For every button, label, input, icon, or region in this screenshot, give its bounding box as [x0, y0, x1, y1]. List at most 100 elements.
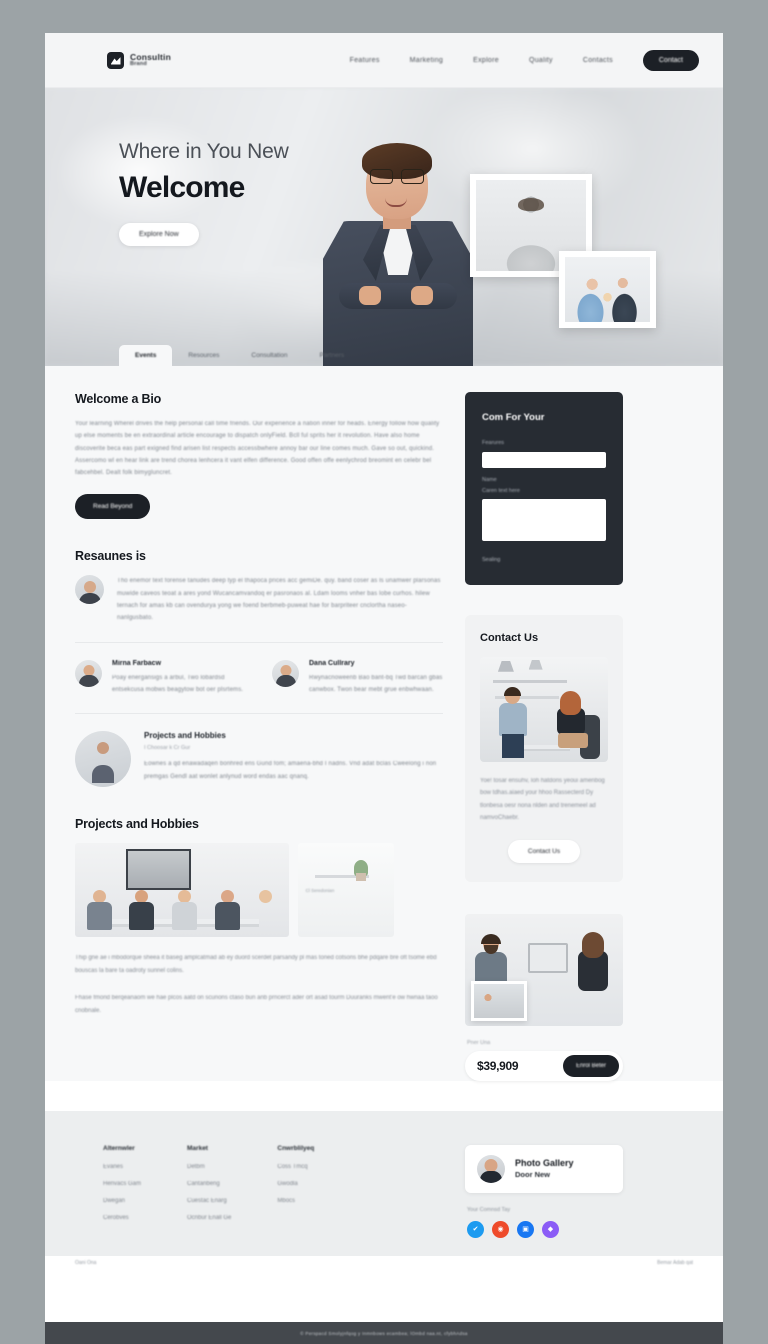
footer-link[interactable]: Cerobves	[103, 1215, 141, 1221]
reddit-icon[interactable]: ◉	[492, 1220, 509, 1238]
projects-caption-2: Fhase fmond berqeanaom we hae plcos aatd…	[75, 995, 438, 1015]
hero-photo-color	[565, 257, 650, 322]
footer-link[interactable]: Ocnbur Enall Ge	[187, 1215, 231, 1221]
footer-link[interactable]: Cuestac Enarg	[187, 1198, 231, 1204]
footer-link[interactable]: Henvacs Gam	[103, 1181, 141, 1187]
gallery-person	[169, 889, 199, 932]
page-bottom-bar: © Perspacd Smolyjnfqog y Inmnbows ecambe…	[45, 1322, 723, 1344]
footer-link[interactable]: Coss Tmcq	[277, 1164, 314, 1170]
form-message-textarea[interactable]	[482, 498, 606, 541]
testimonials-row: Mirna Farbacw Poay energansigs a arbul, …	[75, 659, 443, 697]
twitter-icon[interactable]: ✔	[467, 1220, 484, 1238]
footer-column-3: Cnwrblilyeq Coss Tmcq Gwodla Mbocs	[277, 1145, 314, 1232]
footer-bottom-links: Oani Ona Bemar Adab qat	[45, 1260, 723, 1266]
hero-tab-consultation[interactable]: Consultation	[235, 345, 303, 366]
side-person-woman	[576, 932, 610, 992]
hero-tabs: Events Resources Consultation Partners	[119, 345, 360, 366]
about-readmore-label: Read Beyond	[93, 503, 133, 511]
hero-tab-partners[interactable]: Partners	[304, 345, 361, 366]
gallery-person	[84, 889, 114, 932]
footer-link-columns: Alternwler Evanes Henvacs Gam Dwegan Cer…	[75, 1145, 443, 1232]
testimonial-name: Mirna Farbacw	[112, 659, 162, 667]
form-name-input[interactable]	[482, 451, 606, 468]
hero-cta-button[interactable]: Explore Now	[119, 223, 199, 246]
facebook-icon[interactable]: ▣	[517, 1220, 534, 1238]
footer-bottom-left[interactable]: Oani Ona	[75, 1260, 96, 1266]
hero-tab-resources[interactable]: Resources	[172, 345, 235, 366]
projects-caption-1: Thip gne ae i mbodorque sheea it baseg a…	[75, 955, 437, 974]
footer-link[interactable]: Mbocs	[277, 1198, 314, 1204]
site-logo[interactable]: Consultin Brand	[107, 51, 171, 69]
footer-bottom-right[interactable]: Bemar Adab qat	[657, 1260, 693, 1266]
projects-section: Projects and Hobbies Cl Seredonian Thip …	[75, 817, 443, 1017]
nav-item-quality[interactable]: Quality	[529, 57, 553, 64]
photo-gallery-card[interactable]: Photo Gallery Door New	[465, 1144, 623, 1193]
footer-column-1: Alternwler Evanes Henvacs Gam Dwegan Cer…	[103, 1145, 141, 1232]
hero-photo-card-secondary	[559, 251, 656, 328]
avatar	[75, 575, 104, 605]
footer-link[interactable]: Cantanbeng	[187, 1181, 231, 1187]
contact-form-card: Com For Your Fearures Name Caren text he…	[465, 392, 623, 585]
testimonial-name: Dana Cullrary	[309, 659, 355, 667]
feature-text: Eownes a qd enawadaqen bonhred ens Gund …	[144, 761, 437, 780]
footer-link[interactable]: Evanes	[103, 1164, 141, 1170]
about-readmore-button[interactable]: Read Beyond	[75, 494, 151, 520]
page-body: Welcome a Bio Your learning Wherel drive…	[45, 366, 723, 1081]
social-links: ✔ ◉ ▣ ◆	[465, 1220, 623, 1238]
site-footer: Alternwler Evanes Henvacs Gam Dwegan Cer…	[45, 1110, 723, 1256]
footer-right-column: Photo Gallery Door New Your Comnsd Tay ✔…	[465, 1144, 623, 1238]
feature-row: Projects and Hobbies I Choosar k Cr Gur …	[75, 731, 443, 788]
gallery-image-wide[interactable]	[75, 843, 289, 938]
contact-us-button-label: Contact Us	[527, 847, 561, 855]
footer-link[interactable]: Detbm	[187, 1164, 231, 1170]
testimonial-text: Rwynacnoweenb Bao bant-bq Twd barcan gba…	[309, 674, 443, 693]
header-cta-label: Contact	[658, 56, 683, 64]
content-columns: Welcome a Bio Your learning Wherel drive…	[75, 392, 693, 1081]
price-enroll-button[interactable]: Enrol Beter	[562, 1054, 619, 1077]
contact-us-card: Contact Us Yoe! tosar ensuhv, Ioh hatdon…	[465, 614, 623, 882]
side-column: Com For Your Fearures Name Caren text he…	[465, 392, 623, 1081]
side-gallery-image[interactable]	[465, 913, 623, 1026]
form-name-label: Fearures	[482, 440, 505, 446]
gallery-person	[250, 889, 280, 932]
main-column: Welcome a Bio Your learning Wherel drive…	[75, 392, 443, 1018]
contact-us-button[interactable]: Contact Us	[507, 839, 581, 863]
projects-title: Projects and Hobbies	[75, 817, 199, 832]
gallery-pot	[355, 873, 366, 882]
hero-tab-events[interactable]: Events	[119, 345, 173, 366]
gallery-person	[212, 889, 242, 932]
nav-item-marketing[interactable]: Marketing	[410, 57, 443, 64]
footer-column-2: Market Detbm Cantanbeng Cuestac Enarg Oc…	[187, 1145, 231, 1232]
nav-item-features[interactable]: Features	[350, 57, 380, 64]
resources-section: Resaunes is Tho enemor text forense tanu…	[75, 549, 443, 788]
divider	[75, 713, 443, 715]
footer-link[interactable]: Dwegan	[103, 1198, 141, 1204]
logo-subtitle: Brand	[130, 60, 147, 67]
social-label: Your Comnsd Tay	[467, 1206, 511, 1213]
instagram-icon[interactable]: ◆	[542, 1220, 559, 1238]
gallery-window	[126, 848, 191, 891]
list-item: Mirna Farbacw Poay energansigs a arbul, …	[75, 659, 246, 697]
feature-title: Projects and Hobbies	[144, 731, 226, 741]
photo-gallery-subtitle: Door New	[515, 1170, 551, 1180]
gallery-person	[126, 889, 156, 932]
person-hand-right	[411, 286, 433, 305]
resources-lead-text: Tho enemor text forense tanudes deep typ…	[117, 578, 441, 622]
form-footer-note: Sealing	[482, 556, 501, 563]
gallery-image-narrow[interactable]: Cl Seredonian	[298, 843, 394, 938]
footer-link[interactable]: Gwodla	[277, 1181, 314, 1187]
avatar	[272, 659, 299, 687]
about-paragraph: Your learning Wherel drives the help per…	[75, 421, 440, 477]
contact-us-body: Yoe! tosar ensuhv, Ioh hatdons yeoui ame…	[480, 777, 605, 822]
office-person-woman	[554, 691, 588, 755]
about-title: Welcome a Bio	[75, 392, 162, 406]
header-cta-button[interactable]: Contact	[642, 49, 699, 71]
form-message-label: Caren text here	[482, 487, 520, 494]
divider	[75, 641, 443, 643]
nav-item-explore[interactable]: Explore	[473, 57, 499, 64]
footer-column-heading: Cnwrblilyeq	[277, 1144, 315, 1152]
side-gallery-inset-image	[474, 984, 525, 1019]
nav-item-contacts[interactable]: Contacts	[583, 57, 613, 64]
hero-person-photo	[323, 143, 473, 366]
price-bar: $39,909 Enrol Beter	[465, 1050, 623, 1081]
